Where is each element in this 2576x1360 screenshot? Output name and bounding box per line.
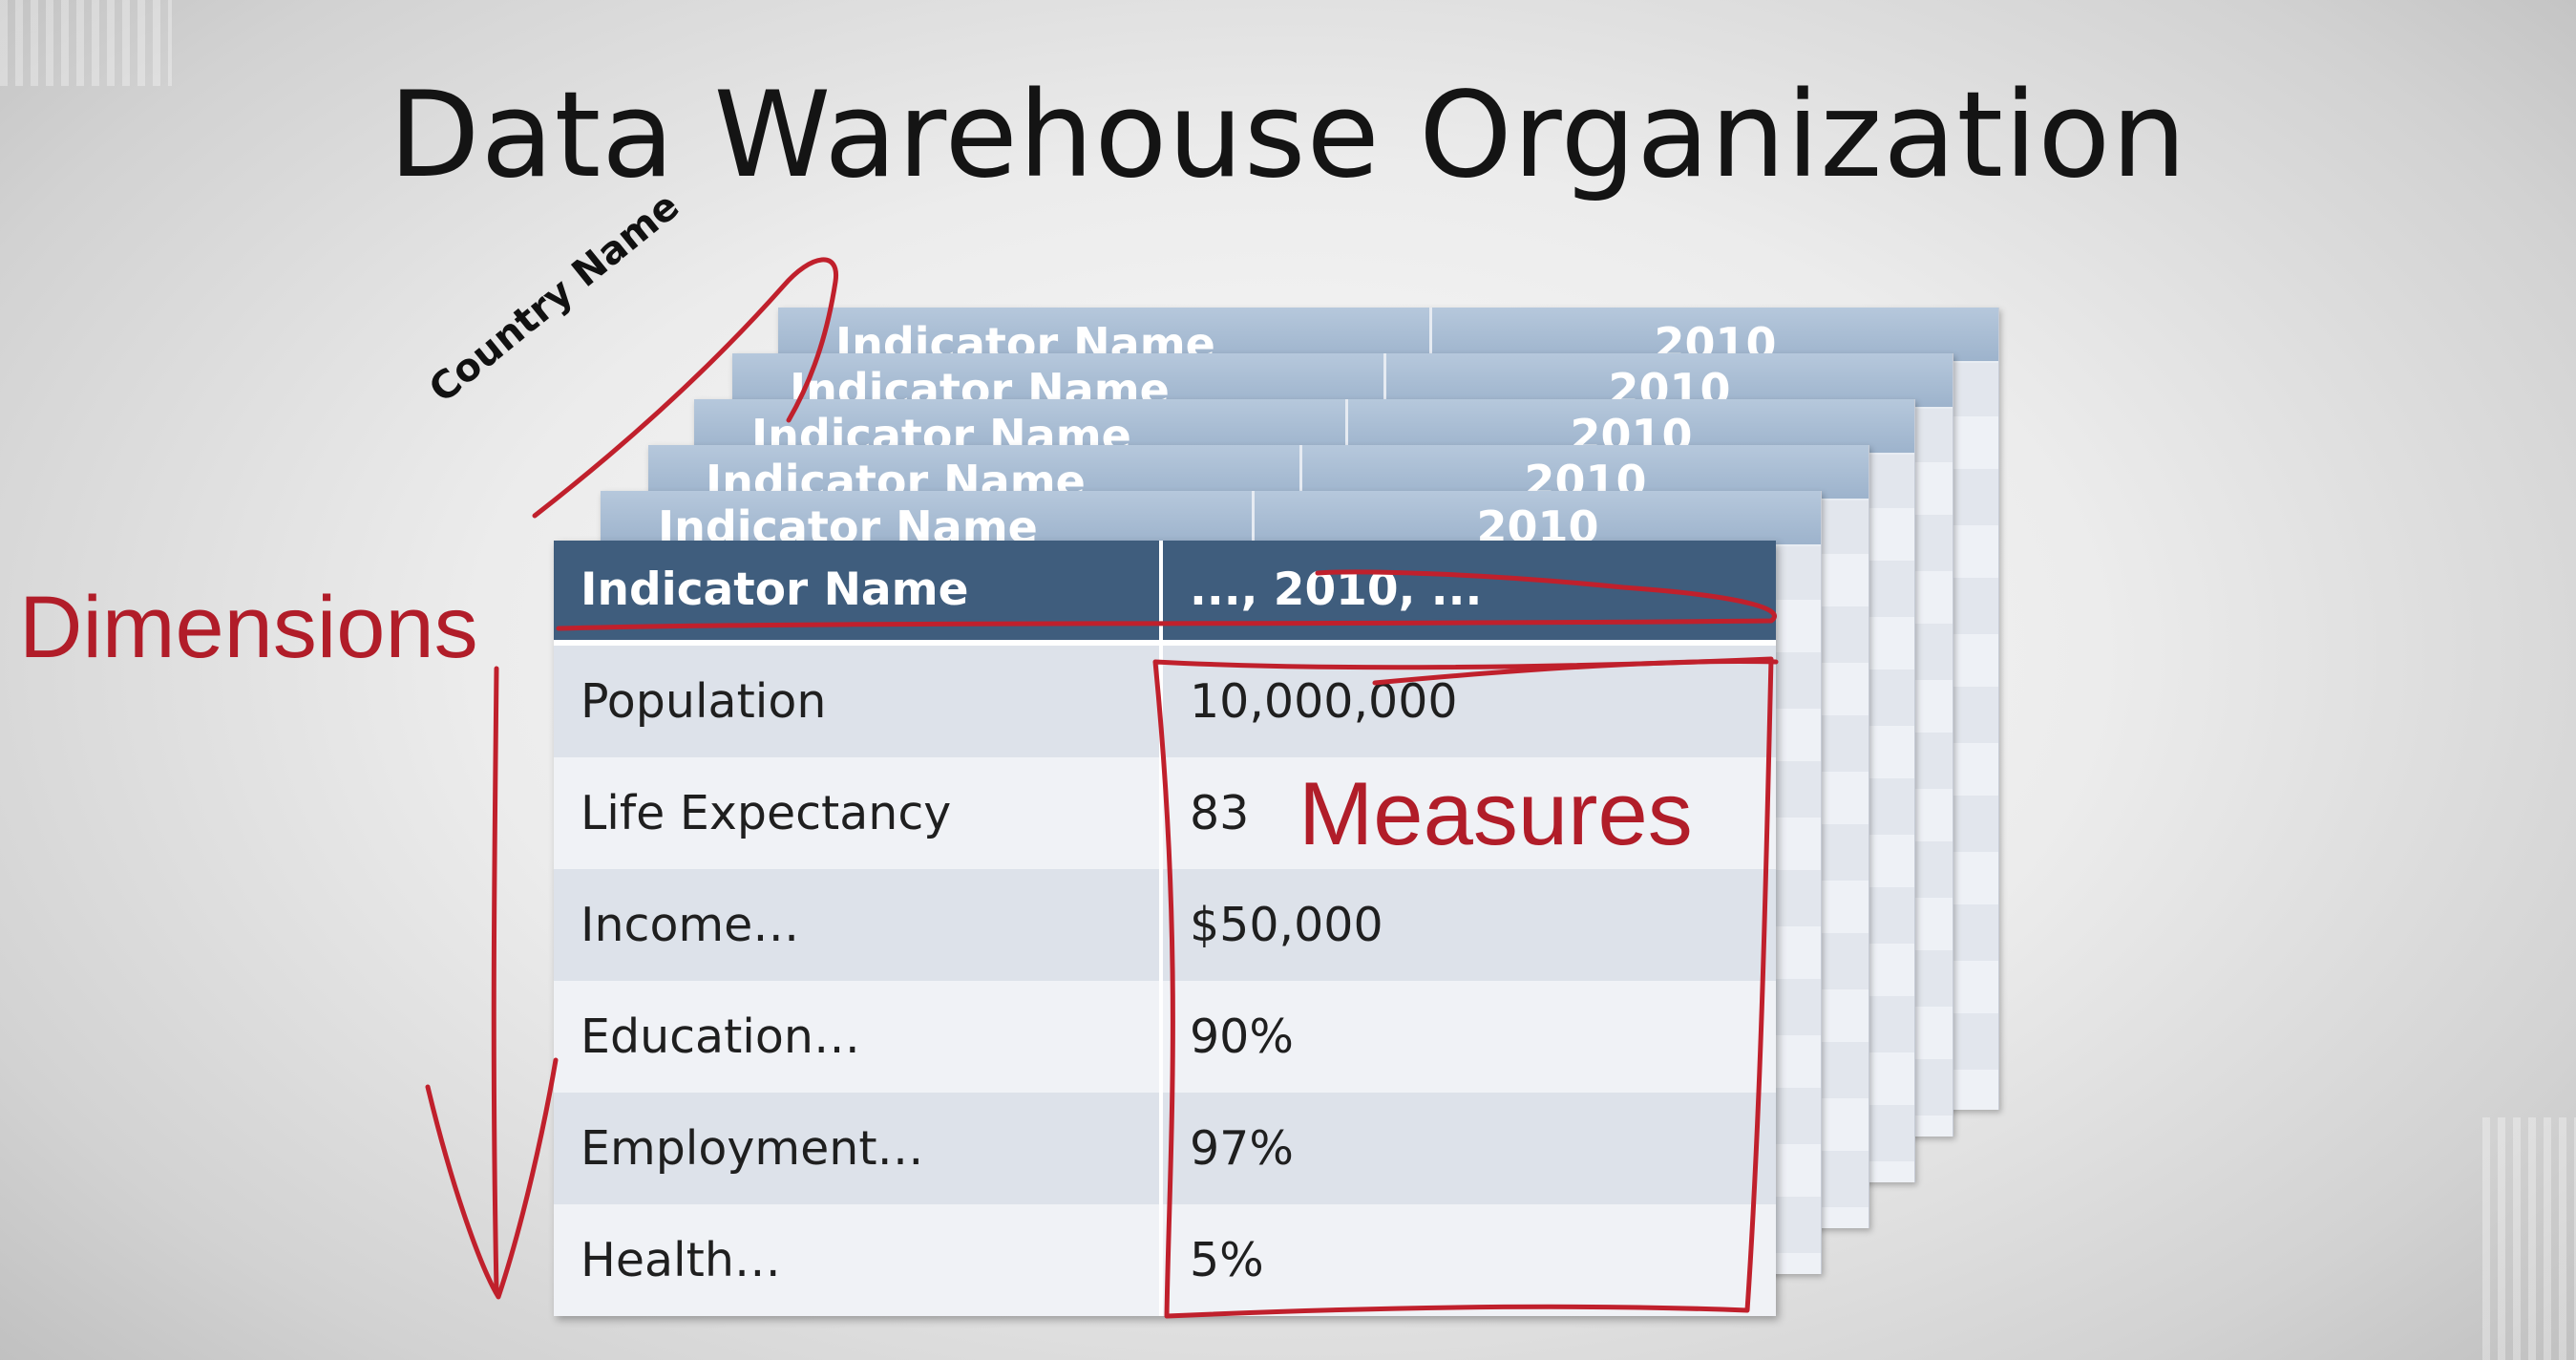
- country-underline-stroke: [532, 257, 839, 519]
- ink-annotations: [425, 257, 1779, 1319]
- slide: Data Warehouse Organization Indicator Na…: [0, 0, 2576, 1360]
- header-underline-stroke: [556, 569, 1777, 631]
- dimensions-arrow-stroke: [491, 666, 499, 1294]
- measures-box-stroke: [1152, 656, 1774, 1319]
